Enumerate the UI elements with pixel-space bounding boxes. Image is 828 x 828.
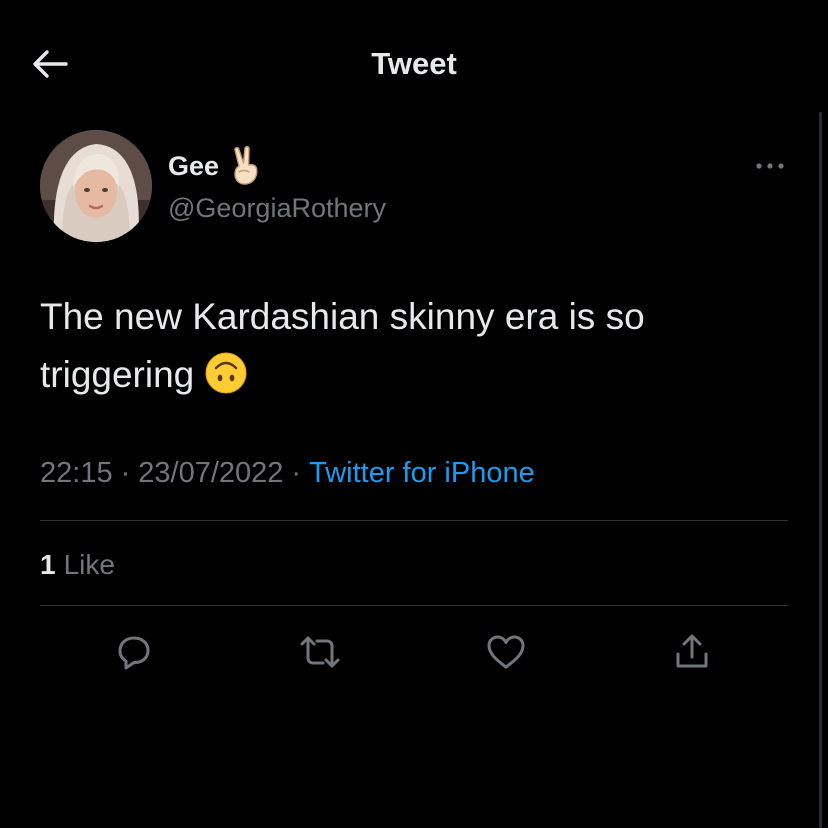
divider [40,605,788,606]
retweet-button[interactable] [296,628,344,676]
tweet-source-link[interactable]: Twitter for iPhone [309,457,535,489]
divider [40,520,788,521]
like-label: Like [63,549,115,580]
reply-button[interactable] [110,628,158,676]
like-count: 1 [40,549,56,580]
tweet-text: The new Kardashian skinny era is so trig… [40,288,790,404]
top-bar: Tweet [0,0,828,128]
more-options-button[interactable] [752,154,788,178]
heart-icon [487,635,525,669]
avatar[interactable] [40,130,152,242]
upside-down-face-icon [205,352,247,394]
meta-separator: · [291,457,302,489]
share-button[interactable] [668,628,716,676]
author-name-row[interactable]: Gee [168,146,263,186]
tweet-meta: 22:15 · 23/07/2022 · Twitter for iPhone [40,452,535,494]
like-button[interactable] [482,628,530,676]
display-name[interactable]: Gee [168,151,219,182]
likes-stat[interactable]: 1 Like [40,544,115,586]
page-title: Tweet [371,46,457,81]
victory-hand-icon [234,146,258,185]
scrollbar[interactable] [819,112,822,828]
more-horizontal-icon [756,163,784,169]
reply-icon [118,636,150,670]
share-icon [676,634,708,668]
tweet-body: The new Kardashian skinny era is so trig… [40,296,645,395]
author-handle[interactable]: @GeorgiaRothery [168,188,386,228]
tweet-date: 23/07/2022 [138,457,284,489]
retweet-icon [300,636,340,668]
avatar-photo [40,130,152,242]
meta-separator: · [120,457,131,489]
tweet-time: 22:15 [40,457,113,489]
